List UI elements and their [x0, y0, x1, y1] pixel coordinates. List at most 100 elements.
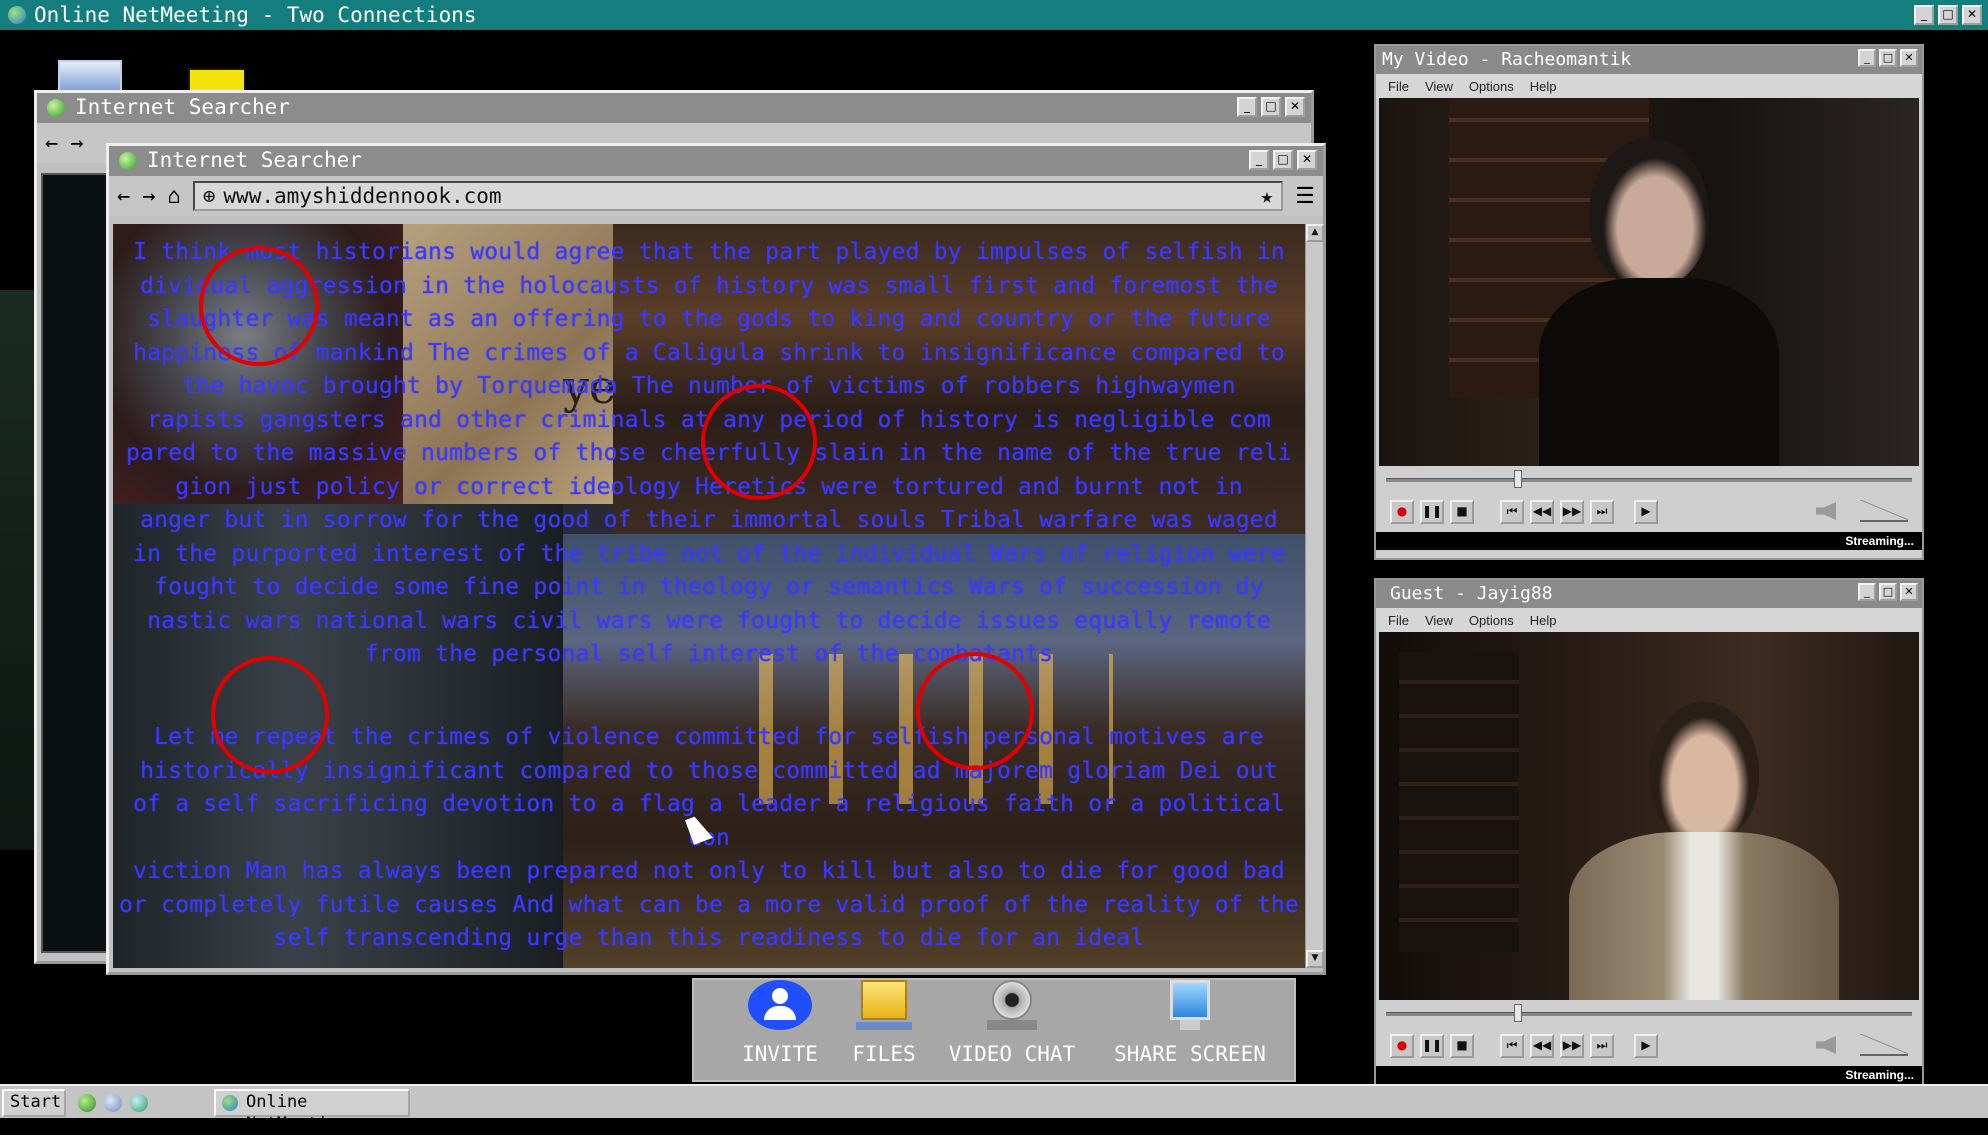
volume-slider[interactable]: [1860, 500, 1908, 522]
app-close-button[interactable]: ✕: [1962, 5, 1982, 25]
browser-globe-icon: [47, 99, 65, 117]
play-button[interactable]: ▶: [1634, 500, 1658, 524]
highlight-circle-demon: [199, 246, 319, 366]
app-maximize-button[interactable]: □: [1938, 5, 1958, 25]
globe-quicklaunch-icon[interactable]: [78, 1094, 96, 1112]
my-video-seekbar[interactable]: [1376, 466, 1922, 492]
stop-button[interactable]: ■: [1450, 500, 1474, 524]
my-video-feed: [1379, 98, 1919, 466]
highlight-circle-hallway: [211, 656, 329, 774]
url-text: www.amyshiddennook.com: [223, 184, 502, 208]
forward-arrow-icon[interactable]: →: [70, 131, 83, 156]
back-arrow-icon[interactable]: ←: [117, 184, 130, 209]
app-minimize-button[interactable]: _: [1914, 5, 1934, 25]
maximize-button[interactable]: □: [1879, 583, 1897, 601]
menu-file[interactable]: File: [1388, 613, 1409, 628]
webcam-icon: [992, 980, 1032, 1020]
close-button[interactable]: ✕: [1285, 97, 1305, 117]
pause-button[interactable]: ❚❚: [1420, 1034, 1444, 1058]
essay-line: nastic wars national wars civil wars wer…: [147, 607, 1271, 634]
play-button[interactable]: ▶: [1634, 1034, 1658, 1058]
menu-options[interactable]: Options: [1469, 613, 1514, 628]
invite-button[interactable]: INVITE: [732, 980, 828, 1066]
files-button[interactable]: FILES: [834, 980, 934, 1066]
previous-button[interactable]: ⏮: [1500, 500, 1524, 524]
guest-video-window[interactable]: Guest - Jayig88 _ □ ✕ File View Options …: [1374, 578, 1924, 1094]
browser-back-content: [41, 173, 111, 953]
start-button[interactable]: Start: [2, 1089, 66, 1117]
taskbar-task-label: Online NetMeeting: [246, 1092, 349, 1134]
meeting-toolbar: INVITE FILES VIDEO CHAT SHARE SCREEN: [692, 978, 1296, 1082]
my-video-title: My Video - Racheomantik: [1382, 49, 1632, 70]
close-button[interactable]: ✕: [1900, 49, 1918, 67]
video-chat-button[interactable]: VIDEO CHAT: [942, 980, 1082, 1066]
scroll-up-button[interactable]: ▲: [1306, 224, 1324, 242]
my-video-titlebar[interactable]: My Video - Racheomantik _ □ ✕: [1376, 46, 1922, 74]
guest-video-controls: ● ❚❚ ■ ⏮ ◀◀ ▶▶ ⏭ ▶: [1376, 1026, 1922, 1066]
minimize-button[interactable]: _: [1249, 150, 1269, 170]
seek-knob[interactable]: [1513, 470, 1522, 488]
guest-video-menubar: File View Options Help: [1376, 608, 1922, 632]
volume-slider[interactable]: [1860, 1034, 1908, 1056]
taskbar-netmeeting-button[interactable]: Online NetMeeting: [214, 1089, 410, 1134]
record-button[interactable]: ●: [1390, 500, 1414, 524]
guest-video-seekbar[interactable]: [1376, 1000, 1922, 1026]
menu-view[interactable]: View: [1425, 613, 1453, 628]
menu-hamburger-icon[interactable]: ☰: [1295, 184, 1315, 209]
menu-view[interactable]: View: [1425, 79, 1453, 94]
stop-button[interactable]: ■: [1450, 1034, 1474, 1058]
vertical-scrollbar[interactable]: ▲ ▼: [1305, 224, 1324, 968]
volume-speaker-icon[interactable]: [1816, 1036, 1836, 1054]
previous-button[interactable]: ⏮: [1500, 1034, 1524, 1058]
my-video-window[interactable]: My Video - Racheomantik _ □ ✕ File View …: [1374, 44, 1924, 560]
desktop-document-icon[interactable]: [58, 60, 122, 94]
essay-line: or completely futile causes And what can…: [119, 891, 1299, 918]
maximize-button[interactable]: □: [1879, 49, 1897, 67]
maximize-button[interactable]: □: [1273, 150, 1293, 170]
web-page-content: ye I think most historians would agree t…: [113, 224, 1305, 968]
next-button[interactable]: ⏭: [1590, 500, 1614, 524]
seek-knob[interactable]: [1513, 1004, 1522, 1022]
maximize-button[interactable]: □: [1261, 97, 1281, 117]
back-arrow-icon[interactable]: ←: [45, 131, 58, 156]
volume-speaker-icon[interactable]: [1816, 502, 1836, 520]
minimize-button[interactable]: _: [1237, 97, 1257, 117]
pause-button[interactable]: ❚❚: [1420, 500, 1444, 524]
home-icon[interactable]: ⌂: [168, 184, 181, 209]
menu-help[interactable]: Help: [1530, 79, 1557, 94]
rewind-button[interactable]: ◀◀: [1530, 500, 1554, 524]
browser-front-title: Internet Searcher: [147, 148, 362, 172]
forward-arrow-icon[interactable]: →: [142, 184, 155, 209]
globe-icon: [222, 1095, 238, 1111]
scroll-down-button[interactable]: ▼: [1306, 950, 1324, 968]
menu-options[interactable]: Options: [1469, 79, 1514, 94]
close-button[interactable]: ✕: [1297, 150, 1317, 170]
address-bar[interactable]: ⊕ www.amyshiddennook.com ★: [192, 181, 1284, 211]
network-quicklaunch-icon[interactable]: [104, 1094, 122, 1112]
minimize-button[interactable]: _: [1858, 49, 1876, 67]
browser-back-titlebar[interactable]: Internet Searcher _ □ ✕: [37, 93, 1311, 123]
close-button[interactable]: ✕: [1900, 583, 1918, 601]
browser-window-front[interactable]: Internet Searcher _ □ ✕ ← → ⌂ ⊕ www.amys…: [106, 143, 1326, 975]
rewind-button[interactable]: ◀◀: [1530, 1034, 1554, 1058]
fast-forward-button[interactable]: ▶▶: [1560, 500, 1584, 524]
browser-front-titlebar[interactable]: Internet Searcher _ □ ✕: [109, 146, 1323, 176]
globe-icon: [8, 6, 26, 24]
invite-person-icon: [748, 980, 812, 1030]
menu-file[interactable]: File: [1388, 79, 1409, 94]
globe-icon: ⊕: [202, 184, 216, 208]
desktop-forest-wallpaper: [0, 290, 36, 850]
netmeeting-quicklaunch-icon[interactable]: [130, 1094, 148, 1112]
share-screen-button[interactable]: SHARE SCREEN: [1100, 980, 1280, 1066]
my-video-controls: ● ❚❚ ■ ⏮ ◀◀ ▶▶ ⏭ ▶: [1376, 492, 1922, 532]
record-button[interactable]: ●: [1390, 1034, 1414, 1058]
essay-line: gion just policy or correct ideology Her…: [175, 473, 1243, 500]
menu-help[interactable]: Help: [1530, 613, 1557, 628]
bookmark-star-icon[interactable]: ★: [1261, 184, 1274, 208]
essay-line: in the purported interest of the tribe n…: [133, 540, 1285, 567]
minimize-button[interactable]: _: [1858, 583, 1876, 601]
fast-forward-button[interactable]: ▶▶: [1560, 1034, 1584, 1058]
guest-video-titlebar[interactable]: Guest - Jayig88 _ □ ✕: [1376, 580, 1922, 608]
next-button[interactable]: ⏭: [1590, 1034, 1614, 1058]
guest-video-feed: [1379, 632, 1919, 1000]
